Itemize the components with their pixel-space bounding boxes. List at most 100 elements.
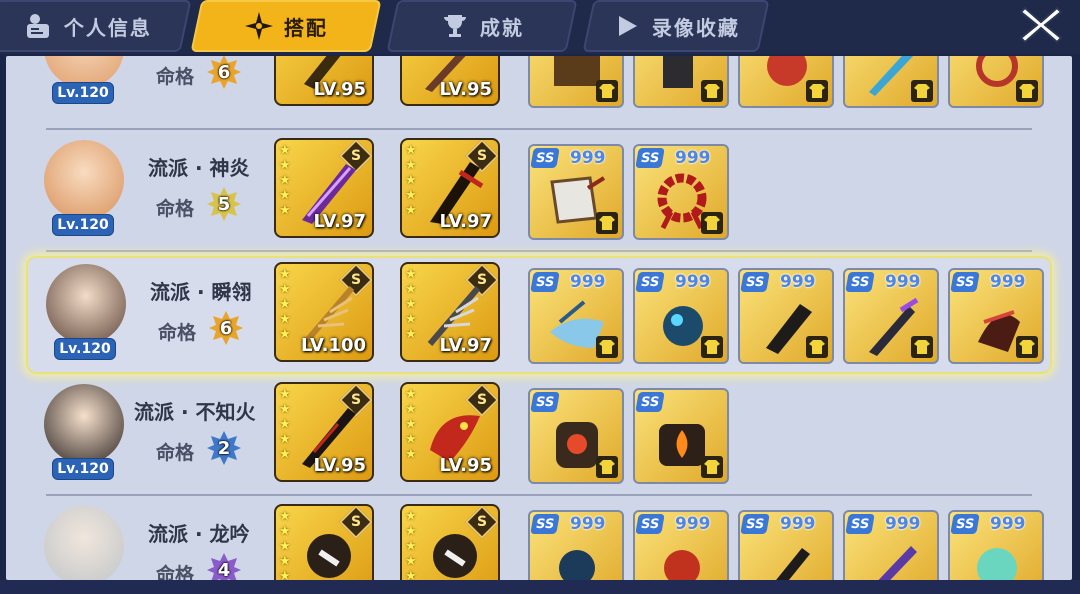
equip-item[interactable]: SS 999 <box>738 510 834 580</box>
bottom-edge <box>0 580 1080 594</box>
shirt-icon <box>596 336 618 358</box>
school-name: 流派 · 瞬翎 <box>150 280 252 304</box>
rank-badge: SS <box>635 392 665 412</box>
item-art <box>559 550 595 580</box>
row-divider <box>46 494 1032 496</box>
list-item-selected[interactable]: Lv.120 流派 · 瞬翎 命格 6 ★ ★ ★ ★ ★ S LV.100 ★ ★ ★ ★ ★… <box>26 256 1052 374</box>
item-count: 999 <box>990 514 1026 534</box>
avatar <box>44 506 124 580</box>
equip-item[interactable] <box>633 56 729 108</box>
weapon-art <box>433 534 477 578</box>
star-rating: ★ ★ ★ ★ ★ <box>405 509 417 581</box>
shirt-icon <box>701 80 723 102</box>
tab-label: 个人信息 <box>64 15 152 40</box>
weapon-level: LV.97 <box>439 211 493 232</box>
shirt-icon <box>806 80 828 102</box>
weapon-slot[interactable]: ★ ★ ★ ★ ★ S LV.95 <box>274 382 374 482</box>
rank-badge: SS <box>635 148 665 168</box>
fate-badge: 4 <box>206 552 242 580</box>
equip-item[interactable]: SS 999 <box>633 268 729 364</box>
equip-item[interactable] <box>528 56 624 108</box>
shirt-icon <box>1016 336 1038 358</box>
equip-item[interactable]: SS 999 <box>843 268 939 364</box>
item-count: 999 <box>780 514 816 534</box>
loadout-list[interactable]: Lv.120 命格 6 LV.95 LV.95 Lv.120 流派 · 神炎 命… <box>6 56 1072 580</box>
shirt-icon <box>911 336 933 358</box>
equip-item[interactable] <box>948 56 1044 108</box>
rank-badge: SS <box>950 514 980 534</box>
equip-item[interactable]: SS <box>633 388 729 484</box>
fate-badge: 6 <box>206 56 242 90</box>
school-name: 流派 · 龙吟 <box>148 522 250 546</box>
avatar <box>46 264 126 344</box>
equip-item[interactable]: SS 999 <box>948 268 1044 364</box>
equip-item[interactable]: SS 999 <box>528 144 624 240</box>
tab-profile[interactable]: 个人信息 <box>0 0 192 52</box>
tab-loadout[interactable]: 搭配 <box>190 0 382 52</box>
weapon-slot[interactable]: ★ ★ ★ ★ ★ S LV.97 <box>400 138 500 238</box>
weapon-slot[interactable]: LV.95 <box>274 56 374 106</box>
shirt-icon <box>1016 80 1038 102</box>
item-art <box>664 550 700 580</box>
equip-item[interactable]: SS 999 <box>528 510 624 580</box>
weapon-level: LV.95 <box>439 79 493 100</box>
equip-item[interactable]: SS 999 <box>738 268 834 364</box>
item-count: 999 <box>990 272 1026 292</box>
weapon-slot[interactable]: ★ ★ ★ ★ ★ S LV.100 <box>274 262 374 362</box>
trophy-icon <box>440 11 470 41</box>
star-rating: ★ ★ ★ ★ ★ <box>279 387 291 462</box>
weapon-slot[interactable]: LV.95 <box>400 56 500 106</box>
weapon-art <box>307 534 351 578</box>
weapon-slot[interactable]: ★ ★ ★ ★ ★ S LV.97 <box>400 262 500 362</box>
list-item[interactable]: Lv.120 流派 · 神炎 命格 5 ★ ★ ★ ★ ★ S LV.97 ★ ★ ★ ★ ★ … <box>26 134 1052 252</box>
equip-item[interactable]: SS 999 <box>948 510 1044 580</box>
rank-badge: SS <box>845 272 875 292</box>
equip-item[interactable] <box>738 56 834 108</box>
rank-badge: SS <box>530 392 560 412</box>
list-item[interactable]: Lv.120 流派 · 不知火 命格 2 ★ ★ ★ ★ ★ S LV.95 ★ ★ ★ ★ ★… <box>26 378 1052 496</box>
item-count: 999 <box>675 514 711 534</box>
shirt-icon <box>596 456 618 478</box>
list-item[interactable]: Lv.120 命格 6 LV.95 LV.95 <box>26 56 1052 120</box>
star-rating: ★ ★ ★ ★ ★ <box>405 143 417 218</box>
tab-achievements[interactable]: 成就 <box>386 0 578 52</box>
weapon-slot[interactable]: ★ ★ ★ ★ ★ S LV.97 <box>274 138 374 238</box>
weapon-level: LV.95 <box>313 455 367 476</box>
rank-badge: SS <box>950 272 980 292</box>
equip-item[interactable]: SS 999 <box>633 144 729 240</box>
weapon-slot[interactable]: ★ ★ ★ ★ ★ S <box>274 504 374 580</box>
weapon-slot[interactable]: ★ ★ ★ ★ ★ S LV.95 <box>400 382 500 482</box>
item-art <box>776 548 810 580</box>
item-count: 999 <box>570 514 606 534</box>
weapon-slot[interactable]: ★ ★ ★ ★ ★ S <box>400 504 500 580</box>
level-badge: Lv.120 <box>52 82 114 104</box>
item-art <box>977 548 1017 580</box>
weapon-level: LV.100 <box>300 335 366 356</box>
equip-item[interactable]: SS 999 <box>843 510 939 580</box>
rank-badge: SS <box>845 514 875 534</box>
item-count: 999 <box>675 148 711 168</box>
fate-label: 命格 <box>156 198 195 220</box>
equip-item[interactable]: SS 999 <box>528 268 624 364</box>
fate-badge: 6 <box>208 310 244 346</box>
equip-item[interactable]: SS 999 <box>633 510 729 580</box>
fate-label: 命格 <box>156 66 195 88</box>
equip-item[interactable]: SS <box>528 388 624 484</box>
shirt-icon <box>701 336 723 358</box>
fate-label: 命格 <box>156 442 195 464</box>
tab-replays[interactable]: 录像收藏 <box>582 0 770 52</box>
rank-badge: SS <box>740 514 770 534</box>
item-count: 999 <box>570 272 606 292</box>
shirt-icon <box>701 212 723 234</box>
fate-badge: 5 <box>206 186 242 222</box>
close-button[interactable] <box>1016 2 1066 48</box>
rank-badge: SS <box>740 272 770 292</box>
rank-badge: SS <box>530 514 560 534</box>
level-badge: Lv.120 <box>54 338 116 360</box>
fate-label: 命格 <box>156 564 195 580</box>
rank-badge: SS <box>530 148 560 168</box>
equip-item[interactable] <box>843 56 939 108</box>
list-item[interactable]: 流派 · 龙吟 命格 4 ★ ★ ★ ★ ★ S ★ ★ ★ ★ ★ S SS 999 <box>26 500 1052 580</box>
item-count: 999 <box>675 272 711 292</box>
shirt-icon <box>701 456 723 478</box>
